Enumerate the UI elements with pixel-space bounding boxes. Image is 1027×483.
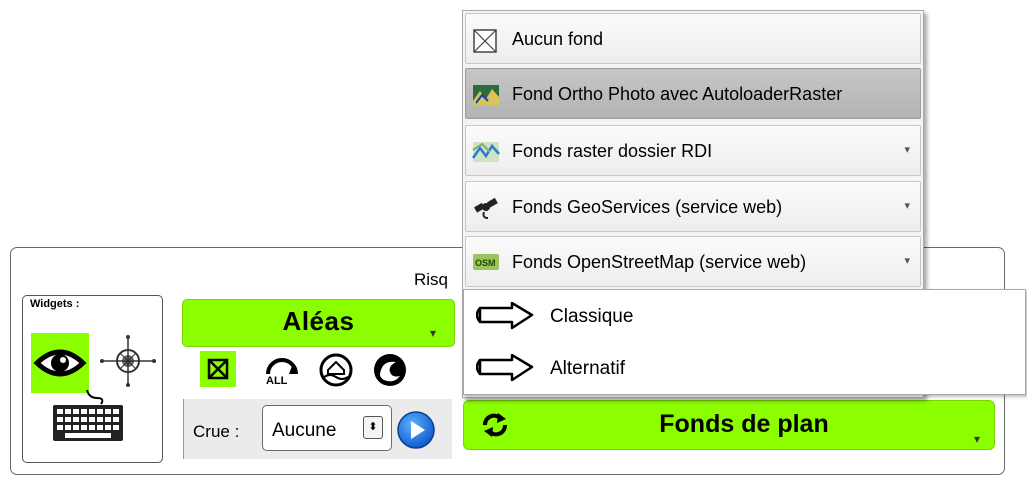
- menu-item-label: Fond Ortho Photo avec AutoloaderRaster: [512, 84, 843, 104]
- spin-updown-icon[interactable]: ⬍: [363, 416, 383, 439]
- empty-box-icon: [472, 28, 498, 59]
- all-flood-button[interactable]: ALL: [262, 352, 302, 391]
- menu-item-geoservices[interactable]: Fonds GeoServices (service web) ▾: [465, 181, 921, 232]
- swirl-icon: [374, 354, 406, 386]
- house-flood-icon: [319, 353, 353, 387]
- chevron-down-icon: ▾: [904, 255, 910, 267]
- svg-text:OSM: OSM: [475, 258, 496, 268]
- osm-icon: OSM: [472, 251, 500, 278]
- menu-item-openstreetmap[interactable]: OSM Fonds OpenStreetMap (service web) ▾: [465, 236, 921, 287]
- play-icon: [397, 411, 435, 449]
- menu-item-label: Fonds OpenStreetMap (service web): [512, 252, 807, 272]
- eye-toggle-button[interactable]: [31, 333, 89, 393]
- menu-item-label: Fonds GeoServices (service web): [512, 197, 783, 217]
- swirl-button[interactable]: [372, 352, 408, 393]
- keyboard-button[interactable]: [49, 388, 127, 446]
- menu-item-aucun-fond[interactable]: Aucun fond: [465, 13, 921, 64]
- satellite-icon: [472, 196, 500, 225]
- no-layer-button[interactable]: [200, 351, 236, 387]
- submenu-item-label: Alternatif: [550, 358, 625, 379]
- menu-item-label: Fonds raster dossier RDI: [512, 141, 713, 161]
- all-flood-icon: ALL: [266, 358, 298, 387]
- chevron-down-icon: ▾: [974, 432, 981, 446]
- menu-item-label: Aucun fond: [512, 29, 604, 49]
- compass-button[interactable]: [98, 333, 158, 391]
- submenu-item-label: Classique: [550, 306, 634, 327]
- chevron-down-icon: ▾: [904, 200, 910, 212]
- menu-item-ortho-photo[interactable]: Fond Ortho Photo avec AutoloaderRaster: [465, 68, 921, 119]
- svg-text:ALL: ALL: [266, 375, 288, 386]
- submenu-item-alternatif[interactable]: Alternatif: [470, 346, 1010, 390]
- compass-icon: [100, 335, 156, 387]
- eye-icon: [33, 349, 87, 377]
- ortho-map-icon: [472, 83, 500, 112]
- no-layer-icon: [207, 358, 229, 380]
- keyboard-icon: [53, 389, 123, 441]
- raster-map-icon: [471, 140, 500, 169]
- widgets-label: Widgets :: [30, 298, 80, 310]
- aleas-label: Aléas: [282, 306, 355, 336]
- chevron-down-icon: ▾: [430, 326, 437, 340]
- arrow-outline-icon: [475, 353, 536, 387]
- crue-label: Crue :: [193, 422, 240, 441]
- house-flood-button[interactable]: [318, 352, 354, 393]
- menu-item-raster-rdi[interactable]: Fonds raster dossier RDI ▾: [465, 125, 921, 176]
- panel-title: Risq: [414, 270, 449, 289]
- play-button[interactable]: [396, 410, 436, 455]
- crue-value: Aucune: [272, 420, 337, 441]
- chevron-down-icon: ▾: [904, 144, 910, 156]
- arrow-outline-icon: [475, 301, 536, 335]
- fonds-de-plan-label: Fonds de plan: [659, 410, 829, 438]
- submenu-item-classique[interactable]: Classique: [470, 294, 1010, 338]
